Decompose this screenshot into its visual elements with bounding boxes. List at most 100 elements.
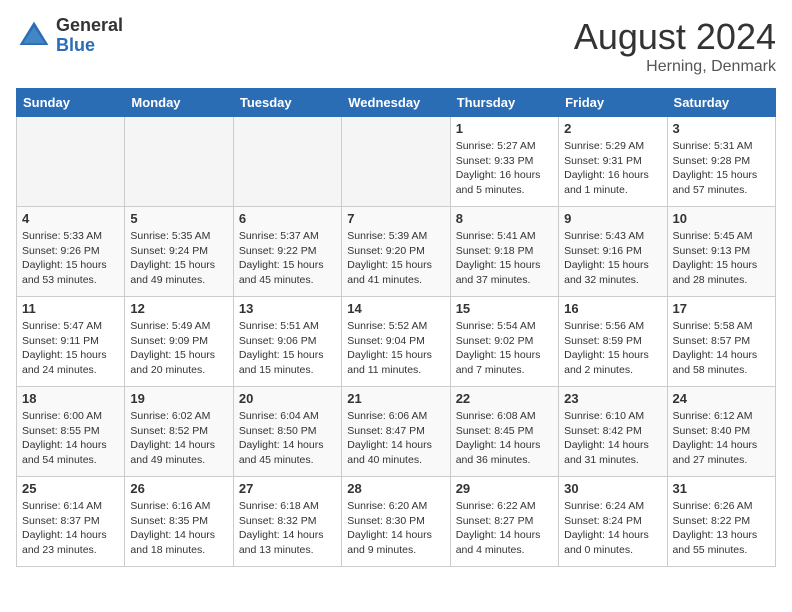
calendar-cell: 13Sunrise: 5:51 AM Sunset: 9:06 PM Dayli…	[233, 297, 341, 387]
day-info: Sunrise: 5:56 AM Sunset: 8:59 PM Dayligh…	[564, 319, 661, 378]
header-weekday-friday: Friday	[559, 89, 667, 117]
day-info: Sunrise: 6:26 AM Sunset: 8:22 PM Dayligh…	[673, 499, 770, 558]
day-info: Sunrise: 5:33 AM Sunset: 9:26 PM Dayligh…	[22, 229, 119, 288]
header-weekday-tuesday: Tuesday	[233, 89, 341, 117]
calendar-cell: 7 Sunrise: 5:39 AM Sunset: 9:20 PM Daylig…	[342, 207, 450, 297]
day-number: 9	[564, 211, 661, 226]
calendar-cell: 2 Sunrise: 5:29 AM Sunset: 9:31 PM Daylig…	[559, 117, 667, 207]
day-info: Sunrise: 5:52 AM Sunset: 9:04 PM Dayligh…	[347, 319, 444, 378]
calendar-cell	[233, 117, 341, 207]
day-info: Sunrise: 6:10 AM Sunset: 8:42 PM Dayligh…	[564, 409, 661, 468]
calendar-table: SundayMondayTuesdayWednesdayThursdayFrid…	[16, 88, 776, 567]
calendar-cell: 9 Sunrise: 5:43 AM Sunset: 9:16 PM Daylig…	[559, 207, 667, 297]
day-info: Sunrise: 5:27 AM Sunset: 9:33 PM Dayligh…	[456, 139, 553, 198]
calendar-cell: 25Sunrise: 6:14 AM Sunset: 8:37 PM Dayli…	[17, 477, 125, 567]
day-info: Sunrise: 5:58 AM Sunset: 8:57 PM Dayligh…	[673, 319, 770, 378]
logo-text: General Blue	[56, 16, 123, 56]
day-info: Sunrise: 6:14 AM Sunset: 8:37 PM Dayligh…	[22, 499, 119, 558]
day-info: Sunrise: 6:06 AM Sunset: 8:47 PM Dayligh…	[347, 409, 444, 468]
day-info: Sunrise: 5:43 AM Sunset: 9:16 PM Dayligh…	[564, 229, 661, 288]
location: Herning, Denmark	[574, 58, 776, 76]
calendar-cell: 10 Sunrise: 5:45 AM Sunset: 9:13 PM Dayli…	[667, 207, 775, 297]
day-number: 20	[239, 391, 336, 406]
calendar-cell: 1 Sunrise: 5:27 AM Sunset: 9:33 PM Daylig…	[450, 117, 558, 207]
header-weekday-monday: Monday	[125, 89, 233, 117]
logo: General Blue	[16, 16, 123, 56]
page-header: General Blue August 2024 Herning, Denmar…	[16, 16, 776, 76]
day-info: Sunrise: 6:04 AM Sunset: 8:50 PM Dayligh…	[239, 409, 336, 468]
day-info: Sunrise: 6:20 AM Sunset: 8:30 PM Dayligh…	[347, 499, 444, 558]
day-info: Sunrise: 6:00 AM Sunset: 8:55 PM Dayligh…	[22, 409, 119, 468]
calendar-cell: 12Sunrise: 5:49 AM Sunset: 9:09 PM Dayli…	[125, 297, 233, 387]
header-weekday-sunday: Sunday	[17, 89, 125, 117]
calendar-header: SundayMondayTuesdayWednesdayThursdayFrid…	[17, 89, 776, 117]
logo-icon	[16, 18, 52, 54]
day-number: 29	[456, 481, 553, 496]
calendar-cell: 17 Sunrise: 5:58 AM Sunset: 8:57 PM Dayli…	[667, 297, 775, 387]
day-number: 3	[673, 121, 770, 136]
day-number: 31	[673, 481, 770, 496]
calendar-cell: 19 Sunrise: 6:02 AM Sunset: 8:52 PM Dayli…	[125, 387, 233, 477]
header-weekday-wednesday: Wednesday	[342, 89, 450, 117]
calendar-week-3: 11Sunrise: 5:47 AM Sunset: 9:11 PM Dayli…	[17, 297, 776, 387]
calendar-cell: 8 Sunrise: 5:41 AM Sunset: 9:18 PM Daylig…	[450, 207, 558, 297]
day-info: Sunrise: 5:47 AM Sunset: 9:11 PM Dayligh…	[22, 319, 119, 378]
day-number: 5	[130, 211, 227, 226]
day-info: Sunrise: 5:29 AM Sunset: 9:31 PM Dayligh…	[564, 139, 661, 198]
header-weekday-thursday: Thursday	[450, 89, 558, 117]
day-info: Sunrise: 5:51 AM Sunset: 9:06 PM Dayligh…	[239, 319, 336, 378]
calendar-week-4: 18 Sunrise: 6:00 AM Sunset: 8:55 PM Dayli…	[17, 387, 776, 477]
day-number: 6	[239, 211, 336, 226]
calendar-cell: 24 Sunrise: 6:12 AM Sunset: 8:40 PM Dayli…	[667, 387, 775, 477]
day-number: 30	[564, 481, 661, 496]
calendar-cell: 16Sunrise: 5:56 AM Sunset: 8:59 PM Dayli…	[559, 297, 667, 387]
header-weekday-saturday: Saturday	[667, 89, 775, 117]
title-block: August 2024 Herning, Denmark	[574, 16, 776, 76]
day-info: Sunrise: 5:37 AM Sunset: 9:22 PM Dayligh…	[239, 229, 336, 288]
day-info: Sunrise: 5:49 AM Sunset: 9:09 PM Dayligh…	[130, 319, 227, 378]
month-title: August 2024	[574, 16, 776, 58]
logo-blue: Blue	[56, 36, 123, 56]
calendar-cell: 4 Sunrise: 5:33 AM Sunset: 9:26 PM Daylig…	[17, 207, 125, 297]
calendar-cell: 15 Sunrise: 5:54 AM Sunset: 9:02 PM Dayli…	[450, 297, 558, 387]
calendar-cell	[17, 117, 125, 207]
calendar-week-1: 1 Sunrise: 5:27 AM Sunset: 9:33 PM Daylig…	[17, 117, 776, 207]
day-info: Sunrise: 5:54 AM Sunset: 9:02 PM Dayligh…	[456, 319, 553, 378]
day-number: 8	[456, 211, 553, 226]
calendar-cell: 28 Sunrise: 6:20 AM Sunset: 8:30 PM Dayli…	[342, 477, 450, 567]
day-number: 28	[347, 481, 444, 496]
day-number: 15	[456, 301, 553, 316]
day-number: 17	[673, 301, 770, 316]
day-info: Sunrise: 6:16 AM Sunset: 8:35 PM Dayligh…	[130, 499, 227, 558]
calendar-cell: 11Sunrise: 5:47 AM Sunset: 9:11 PM Dayli…	[17, 297, 125, 387]
day-number: 27	[239, 481, 336, 496]
day-number: 24	[673, 391, 770, 406]
calendar-week-5: 25Sunrise: 6:14 AM Sunset: 8:37 PM Dayli…	[17, 477, 776, 567]
calendar-cell: 3 Sunrise: 5:31 AM Sunset: 9:28 PM Daylig…	[667, 117, 775, 207]
day-number: 19	[130, 391, 227, 406]
day-info: Sunrise: 6:02 AM Sunset: 8:52 PM Dayligh…	[130, 409, 227, 468]
calendar-cell: 29Sunrise: 6:22 AM Sunset: 8:27 PM Dayli…	[450, 477, 558, 567]
day-info: Sunrise: 5:39 AM Sunset: 9:20 PM Dayligh…	[347, 229, 444, 288]
calendar-week-2: 4 Sunrise: 5:33 AM Sunset: 9:26 PM Daylig…	[17, 207, 776, 297]
day-info: Sunrise: 6:24 AM Sunset: 8:24 PM Dayligh…	[564, 499, 661, 558]
day-info: Sunrise: 6:12 AM Sunset: 8:40 PM Dayligh…	[673, 409, 770, 468]
calendar-cell: 6 Sunrise: 5:37 AM Sunset: 9:22 PM Daylig…	[233, 207, 341, 297]
calendar-cell: 23Sunrise: 6:10 AM Sunset: 8:42 PM Dayli…	[559, 387, 667, 477]
day-number: 18	[22, 391, 119, 406]
day-info: Sunrise: 6:08 AM Sunset: 8:45 PM Dayligh…	[456, 409, 553, 468]
day-number: 1	[456, 121, 553, 136]
day-info: Sunrise: 5:31 AM Sunset: 9:28 PM Dayligh…	[673, 139, 770, 198]
logo-general: General	[56, 16, 123, 36]
day-number: 4	[22, 211, 119, 226]
day-info: Sunrise: 5:45 AM Sunset: 9:13 PM Dayligh…	[673, 229, 770, 288]
calendar-cell: 20 Sunrise: 6:04 AM Sunset: 8:50 PM Dayli…	[233, 387, 341, 477]
day-number: 7	[347, 211, 444, 226]
calendar-cell: 14Sunrise: 5:52 AM Sunset: 9:04 PM Dayli…	[342, 297, 450, 387]
calendar-cell: 5 Sunrise: 5:35 AM Sunset: 9:24 PM Daylig…	[125, 207, 233, 297]
day-number: 2	[564, 121, 661, 136]
day-info: Sunrise: 5:41 AM Sunset: 9:18 PM Dayligh…	[456, 229, 553, 288]
day-info: Sunrise: 6:18 AM Sunset: 8:32 PM Dayligh…	[239, 499, 336, 558]
day-info: Sunrise: 5:35 AM Sunset: 9:24 PM Dayligh…	[130, 229, 227, 288]
day-number: 10	[673, 211, 770, 226]
